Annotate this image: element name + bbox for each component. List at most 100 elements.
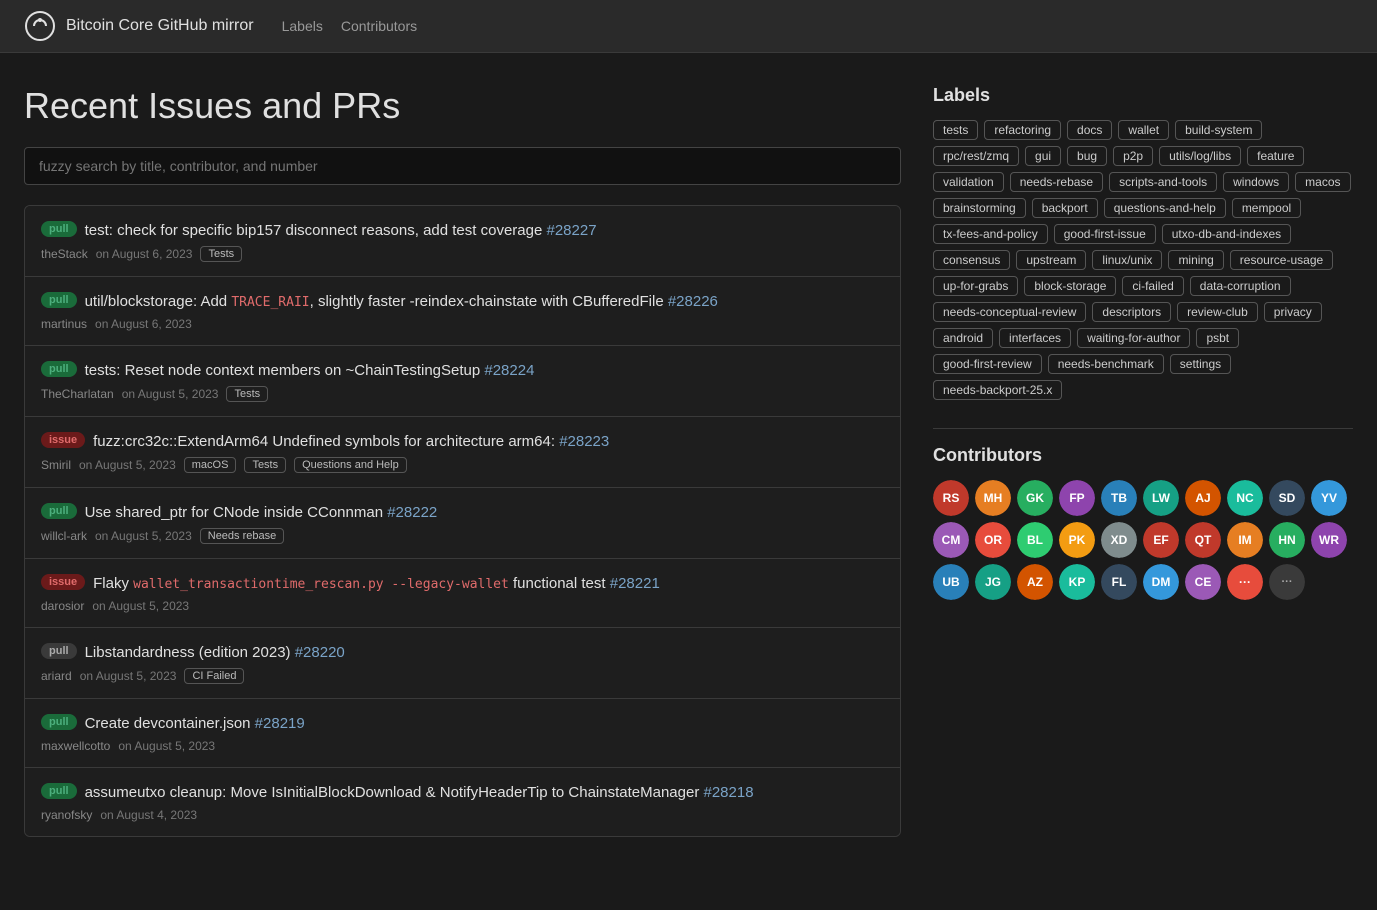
label-tag[interactable]: Tests	[226, 386, 268, 402]
label-chip[interactable]: feature	[1247, 146, 1304, 166]
contributor-avatar[interactable]: EF	[1143, 522, 1179, 558]
table-row[interactable]: pull test: check for specific bip157 dis…	[25, 206, 900, 277]
issue-date: on August 5, 2023	[79, 458, 176, 472]
label-chip[interactable]: p2p	[1113, 146, 1153, 166]
label-chip[interactable]: descriptors	[1092, 302, 1171, 322]
label-chip[interactable]: scripts-and-tools	[1109, 172, 1217, 192]
label-chip[interactable]: upstream	[1016, 250, 1086, 270]
contributor-avatar[interactable]: CE	[1185, 564, 1221, 600]
contributor-avatar[interactable]: MH	[975, 480, 1011, 516]
contributor-avatar[interactable]: RS	[933, 480, 969, 516]
contributor-avatar[interactable]: FL	[1101, 564, 1137, 600]
label-chip[interactable]: docs	[1067, 120, 1112, 140]
label-chip[interactable]: psbt	[1196, 328, 1239, 348]
contributor-avatar[interactable]: UB	[933, 564, 969, 600]
label-chip[interactable]: tests	[933, 120, 978, 140]
label-chip[interactable]: utils/log/libs	[1159, 146, 1241, 166]
label-tag[interactable]: macOS	[184, 457, 237, 473]
label-chip[interactable]: android	[933, 328, 993, 348]
brand: Bitcoin Core GitHub mirror	[24, 10, 254, 42]
contributor-avatar[interactable]: DM	[1143, 564, 1179, 600]
contributor-avatar[interactable]: PK	[1059, 522, 1095, 558]
contributors-more-button[interactable]: ···	[1269, 564, 1305, 600]
label-chip[interactable]: settings	[1170, 354, 1231, 374]
label-chip[interactable]: review-club	[1177, 302, 1258, 322]
label-chip[interactable]: consensus	[933, 250, 1010, 270]
table-row[interactable]: pull Use shared_ptr for CNode inside CCo…	[25, 488, 900, 559]
table-row[interactable]: issue fuzz:crc32c::ExtendArm64 Undefined…	[25, 417, 900, 488]
label-chip[interactable]: needs-conceptual-review	[933, 302, 1086, 322]
label-chip[interactable]: rpc/rest/zmq	[933, 146, 1019, 166]
label-chip[interactable]: tx-fees-and-policy	[933, 224, 1048, 244]
nav-labels[interactable]: Labels	[282, 18, 323, 34]
label-chip[interactable]: bug	[1067, 146, 1107, 166]
contributor-avatar[interactable]: CM	[933, 522, 969, 558]
label-chip[interactable]: build-system	[1175, 120, 1262, 140]
contributor-avatar[interactable]: GK	[1017, 480, 1053, 516]
table-row[interactable]: pull tests: Reset node context members o…	[25, 346, 900, 417]
table-row[interactable]: issue Flaky wallet_transactiontime_resca…	[25, 559, 900, 628]
contributor-avatar[interactable]: BL	[1017, 522, 1053, 558]
label-tag[interactable]: CI Failed	[184, 668, 244, 684]
contributor-avatar[interactable]: OR	[975, 522, 1011, 558]
contributor-avatar[interactable]: HN	[1269, 522, 1305, 558]
label-chip[interactable]: refactoring	[984, 120, 1061, 140]
label-chip[interactable]: validation	[933, 172, 1004, 192]
contributor-avatar[interactable]: YV	[1311, 480, 1347, 516]
contributor-avatar[interactable]: AJ	[1185, 480, 1221, 516]
issue-author: maxwellcotto	[41, 739, 110, 753]
contributor-avatar[interactable]: IM	[1227, 522, 1263, 558]
label-chip[interactable]: interfaces	[999, 328, 1071, 348]
contributor-avatar[interactable]: QT	[1185, 522, 1221, 558]
label-chip[interactable]: windows	[1223, 172, 1289, 192]
contributor-avatar[interactable]: TB	[1101, 480, 1137, 516]
type-badge: pull	[41, 292, 77, 308]
table-row[interactable]: pull Libstandardness (edition 2023) #282…	[25, 628, 900, 699]
label-chip[interactable]: block-storage	[1024, 276, 1116, 296]
label-tag[interactable]: Tests	[200, 246, 242, 262]
contributor-avatar[interactable]: ···	[1227, 564, 1263, 600]
label-chip[interactable]: utxo-db-and-indexes	[1162, 224, 1291, 244]
label-tag[interactable]: Tests	[244, 457, 286, 473]
contributor-avatar[interactable]: XD	[1101, 522, 1137, 558]
table-row[interactable]: pull assumeutxo cleanup: Move IsInitialB…	[25, 768, 900, 836]
label-chip[interactable]: linux/unix	[1092, 250, 1162, 270]
label-chip[interactable]: mining	[1168, 250, 1223, 270]
contributor-avatar[interactable]: AZ	[1017, 564, 1053, 600]
label-chip[interactable]: privacy	[1264, 302, 1322, 322]
contributor-avatar[interactable]: WR	[1311, 522, 1347, 558]
label-chip[interactable]: backport	[1032, 198, 1098, 218]
label-chip[interactable]: good-first-review	[933, 354, 1042, 374]
label-chip[interactable]: waiting-for-author	[1077, 328, 1190, 348]
contributor-avatar[interactable]: LW	[1143, 480, 1179, 516]
search-input[interactable]	[24, 147, 901, 185]
label-chip[interactable]: resource-usage	[1230, 250, 1333, 270]
label-chip[interactable]: needs-backport-25.x	[933, 380, 1062, 400]
label-chip[interactable]: good-first-issue	[1054, 224, 1156, 244]
label-chip[interactable]: macos	[1295, 172, 1350, 192]
label-chip[interactable]: needs-benchmark	[1048, 354, 1164, 374]
type-badge: pull	[41, 503, 77, 519]
label-chip[interactable]: ci-failed	[1122, 276, 1183, 296]
issue-meta: darosior on August 5, 2023	[41, 599, 884, 613]
contributor-avatar[interactable]: NC	[1227, 480, 1263, 516]
label-chip[interactable]: questions-and-help	[1104, 198, 1226, 218]
label-tag[interactable]: Questions and Help	[294, 457, 407, 473]
contributor-avatar[interactable]: KP	[1059, 564, 1095, 600]
label-chip[interactable]: data-corruption	[1190, 276, 1291, 296]
label-chip[interactable]: up-for-grabs	[933, 276, 1018, 296]
label-tag[interactable]: Needs rebase	[200, 528, 285, 544]
label-chip[interactable]: gui	[1025, 146, 1061, 166]
label-chip[interactable]: needs-rebase	[1010, 172, 1103, 192]
label-chip[interactable]: wallet	[1118, 120, 1169, 140]
label-chip[interactable]: mempool	[1232, 198, 1301, 218]
table-row[interactable]: pull Create devcontainer.json #28219 max…	[25, 699, 900, 768]
issue-meta: maxwellcotto on August 5, 2023	[41, 739, 884, 753]
table-row[interactable]: pull util/blockstorage: Add TRACE_RAII, …	[25, 277, 900, 346]
contributor-avatar[interactable]: FP	[1059, 480, 1095, 516]
nav-contributors[interactable]: Contributors	[341, 18, 417, 34]
contributor-avatar[interactable]: JG	[975, 564, 1011, 600]
label-chip[interactable]: brainstorming	[933, 198, 1026, 218]
contributor-avatar[interactable]: SD	[1269, 480, 1305, 516]
issue-date: on August 5, 2023	[118, 739, 215, 753]
